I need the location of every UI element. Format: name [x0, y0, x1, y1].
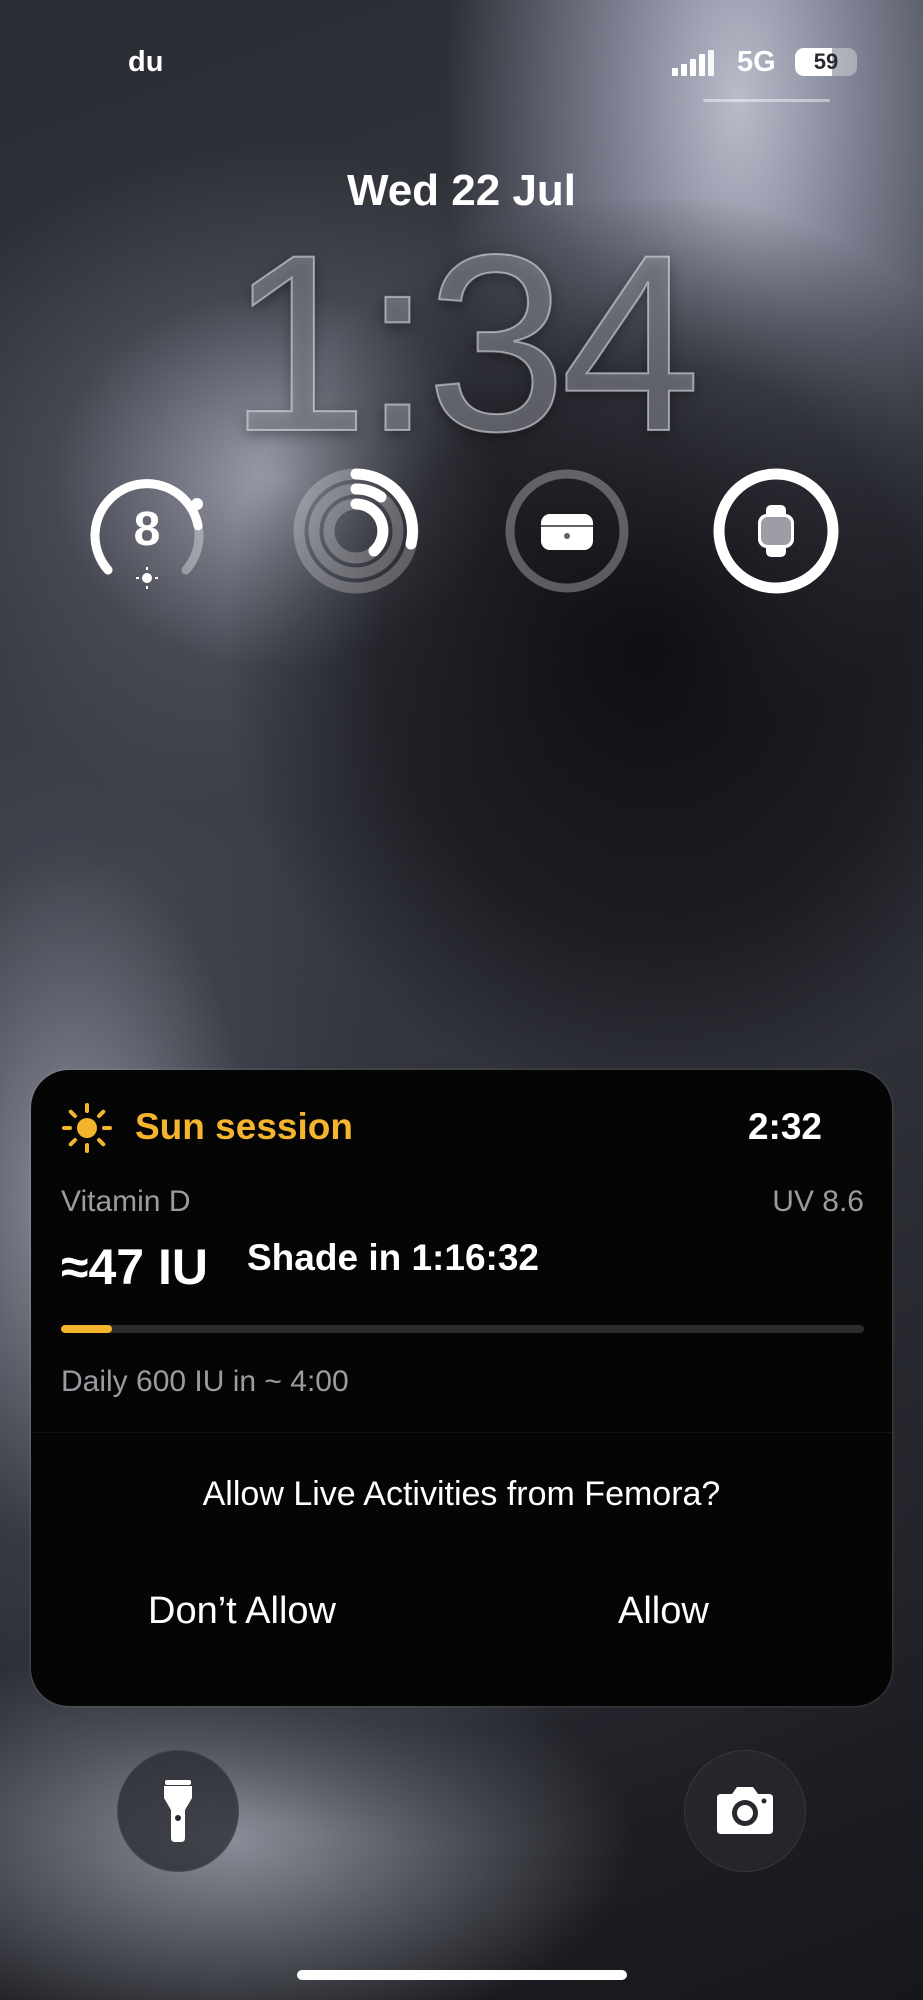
- permission-question: Allow Live Activities from Femora?: [202, 1475, 721, 1513]
- vitamin-d-amount: ≈47 IU: [61, 1239, 208, 1295]
- camera-button[interactable]: [684, 1750, 806, 1872]
- flashlight-button[interactable]: [117, 1750, 239, 1872]
- flashlight-icon: [164, 1780, 192, 1842]
- uv-label: UV 8.6: [772, 1185, 864, 1218]
- sun-icon: [62, 1103, 112, 1153]
- uv-index-widget[interactable]: 8: [82, 466, 212, 596]
- network-type: 5G: [737, 46, 776, 78]
- divider: [31, 1432, 892, 1433]
- activity-title: Sun session: [135, 1106, 353, 1147]
- watch-icon: [713, 468, 839, 594]
- uv-index-value: 8: [133, 503, 161, 556]
- live-activity-card: Sun session 2:32 Vitamin D UV 8.6 ≈47 IU…: [31, 1070, 892, 1706]
- camera-icon: [717, 1787, 773, 1834]
- dont-allow-button[interactable]: Don’t Allow: [148, 1590, 336, 1633]
- shade-countdown: Shade in 1:16:32: [247, 1237, 540, 1278]
- carrier-name: du: [128, 46, 164, 78]
- battery-icon: 59: [795, 48, 857, 76]
- vitamin-progress-bar: [61, 1325, 864, 1333]
- activity-rings-widget[interactable]: [291, 466, 421, 596]
- lock-time: 1:34: [227, 203, 701, 484]
- signal-strength-icon: [672, 50, 714, 76]
- airpods-case-icon: [505, 469, 629, 593]
- elapsed-timer: 2:32: [747, 1106, 822, 1147]
- airpods-battery-widget[interactable]: [502, 466, 632, 596]
- allow-button[interactable]: Allow: [618, 1590, 709, 1633]
- battery-percent: 59: [813, 49, 839, 74]
- vitamin-label: Vitamin D: [61, 1185, 191, 1218]
- activity-rings-icon: [293, 468, 419, 594]
- vitamin-progress-fill: [61, 1325, 112, 1333]
- home-indicator[interactable]: [297, 1970, 627, 1980]
- control-center-grabber[interactable]: [703, 99, 830, 102]
- watch-battery-widget[interactable]: [711, 466, 841, 596]
- daily-target-text: Daily 600 IU in ~ 4:00: [61, 1365, 349, 1398]
